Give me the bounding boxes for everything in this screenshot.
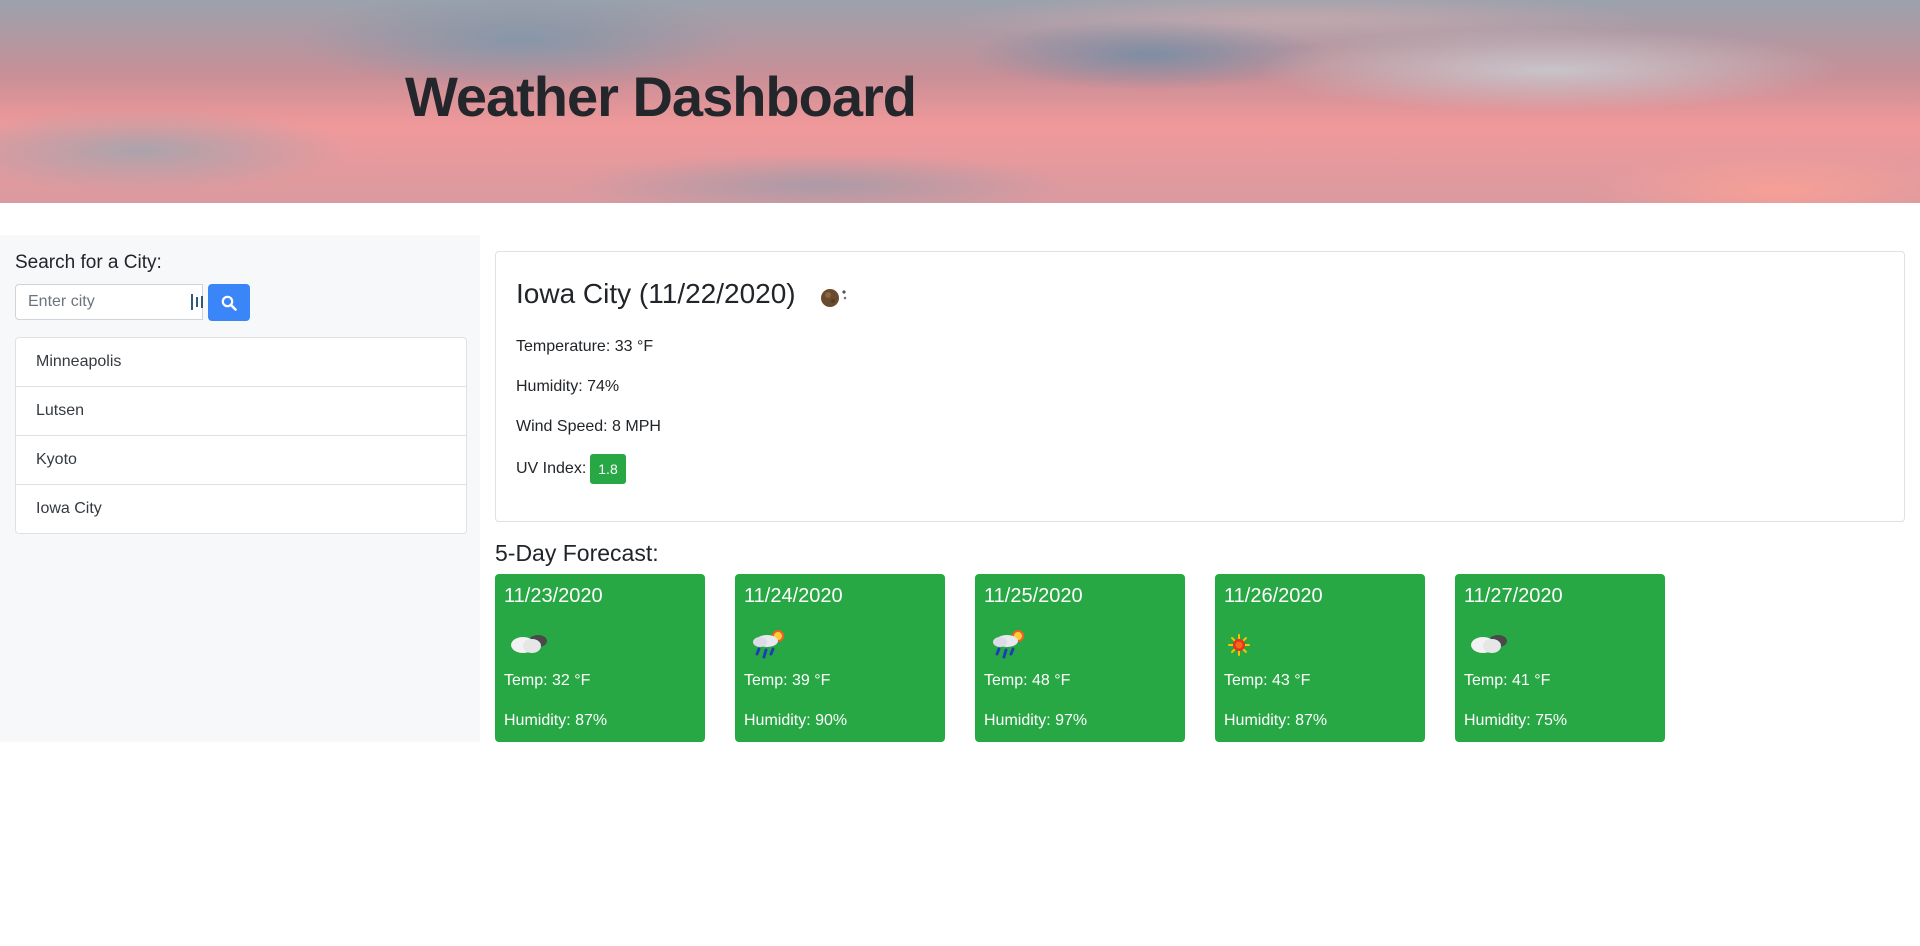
forecast-date: 11/25/2020: [984, 585, 1083, 607]
forecast-card: 11/26/2020 Temp: 43 °F Humidity: 87%: [1215, 574, 1425, 742]
cloudy-icon: [1471, 635, 1507, 653]
forecast-date: 11/23/2020: [504, 585, 603, 607]
forecast-temp: Temp: 41 °F: [1464, 672, 1551, 689]
forecast-humidity: Humidity: 97%: [984, 712, 1088, 729]
forecast-date: 11/27/2020: [1464, 585, 1563, 607]
sun-icon: [1228, 634, 1250, 656]
autofill-icon: [191, 294, 203, 310]
city-search-input[interactable]: [15, 284, 203, 320]
history-item-kyoto[interactable]: Kyoto: [16, 436, 466, 485]
history-item-minneapolis[interactable]: Minneapolis: [16, 338, 466, 387]
search-button[interactable]: [208, 284, 250, 321]
search-history-list: Minneapolis Lutsen Kyoto Iowa City: [15, 337, 467, 534]
forecast-date: 11/24/2020: [744, 585, 843, 607]
rain-sun-icon: [993, 630, 1024, 659]
current-wind-speed: Wind Speed: 8 MPH: [516, 418, 661, 435]
current-weather-card: Iowa City (11/22/2020) Temperature: 33 °…: [495, 251, 1905, 522]
current-humidity: Humidity: 74%: [516, 378, 620, 395]
forecast-card: 11/25/2020 Temp: 48 °F Humidity: 97%: [975, 574, 1185, 742]
forecast-temp: Temp: 32 °F: [504, 672, 591, 689]
current-uv-row: UV Index: 1.8: [516, 454, 626, 484]
forecast-humidity: Humidity: 87%: [1224, 712, 1328, 729]
header-banner: Weather Dashboard: [0, 0, 1920, 203]
forecast-humidity: Humidity: 87%: [504, 712, 608, 729]
forecast-card: 11/23/2020 Temp: 32 °F Humidity: 87%: [495, 574, 705, 742]
forecast-date: 11/26/2020: [1224, 585, 1323, 607]
uv-index-label: UV Index:: [516, 460, 587, 478]
moon-icon: [821, 289, 847, 307]
history-item-lutsen[interactable]: Lutsen: [16, 387, 466, 436]
forecast-temp: Temp: 43 °F: [1224, 672, 1311, 689]
forecast-card: 11/27/2020 Temp: 41 °F Humidity: 75%: [1455, 574, 1665, 742]
forecast-humidity: Humidity: 90%: [744, 712, 848, 729]
forecast-heading: 5-Day Forecast:: [495, 540, 659, 566]
search-icon: [221, 295, 237, 311]
forecast-temp: Temp: 48 °F: [984, 672, 1071, 689]
cloudy-icon: [511, 635, 547, 653]
rain-sun-icon: [753, 630, 784, 659]
uv-index-badge: 1.8: [590, 454, 626, 484]
forecast-temp: Temp: 39 °F: [744, 672, 831, 689]
search-label: Search for a City:: [15, 252, 162, 273]
forecast-humidity: Humidity: 75%: [1464, 712, 1568, 729]
history-item-iowa-city[interactable]: Iowa City: [16, 485, 466, 533]
forecast-card: 11/24/2020 Temp: 39 °F Humidity: 90%: [735, 574, 945, 742]
page-title: Weather Dashboard: [405, 65, 917, 128]
current-city-title: Iowa City (11/22/2020): [516, 278, 796, 309]
current-temperature: Temperature: 33 °F: [516, 338, 654, 355]
